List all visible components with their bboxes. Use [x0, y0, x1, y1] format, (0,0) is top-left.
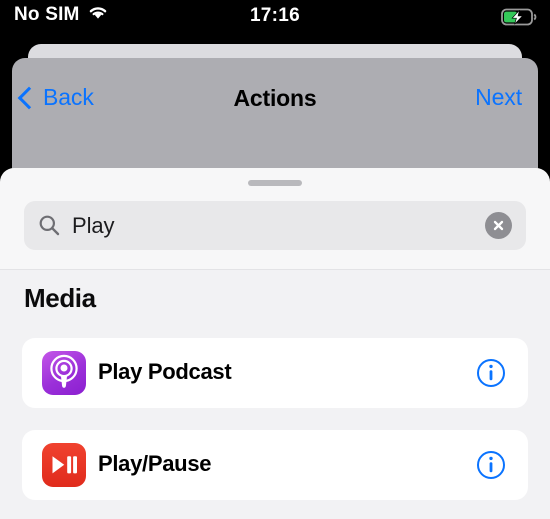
podcasts-app-icon [42, 351, 86, 395]
search-field[interactable]: Play [24, 201, 526, 250]
clock-label: 17:16 [249, 5, 301, 26]
status-bar: No SIM 17:16 [0, 0, 550, 42]
list-item[interactable]: Play/Pause [22, 430, 528, 500]
search-icon [38, 214, 60, 236]
play-pause-icon [42, 443, 86, 487]
battery-charging-icon [501, 8, 538, 31]
list-item-label: Play Podcast [98, 359, 232, 384]
clear-search-button[interactable] [485, 212, 512, 239]
list-item[interactable]: Play Podcast [22, 338, 528, 408]
iphone-screen: No SIM 17:16 Back Actions Next Play Medi… [0, 0, 550, 519]
navigation-bar: Back Actions Next [12, 58, 538, 144]
status-bar-right [501, 8, 538, 31]
grabber-handle[interactable] [248, 180, 302, 186]
search-input[interactable]: Play [72, 213, 115, 239]
action-picker-sheet: Play Media Play Podcast Play/Pause [0, 168, 550, 519]
results-list: Media Play Podcast Play/Pause [0, 270, 550, 519]
info-circle-icon[interactable] [476, 358, 506, 388]
info-circle-icon[interactable] [476, 450, 506, 480]
page-title: Actions [233, 85, 317, 111]
navigation-card: Back Actions Next [12, 58, 538, 172]
next-button[interactable]: Next [475, 84, 522, 111]
section-header-media: Media [24, 283, 96, 313]
list-item-label: Play/Pause [98, 451, 212, 476]
